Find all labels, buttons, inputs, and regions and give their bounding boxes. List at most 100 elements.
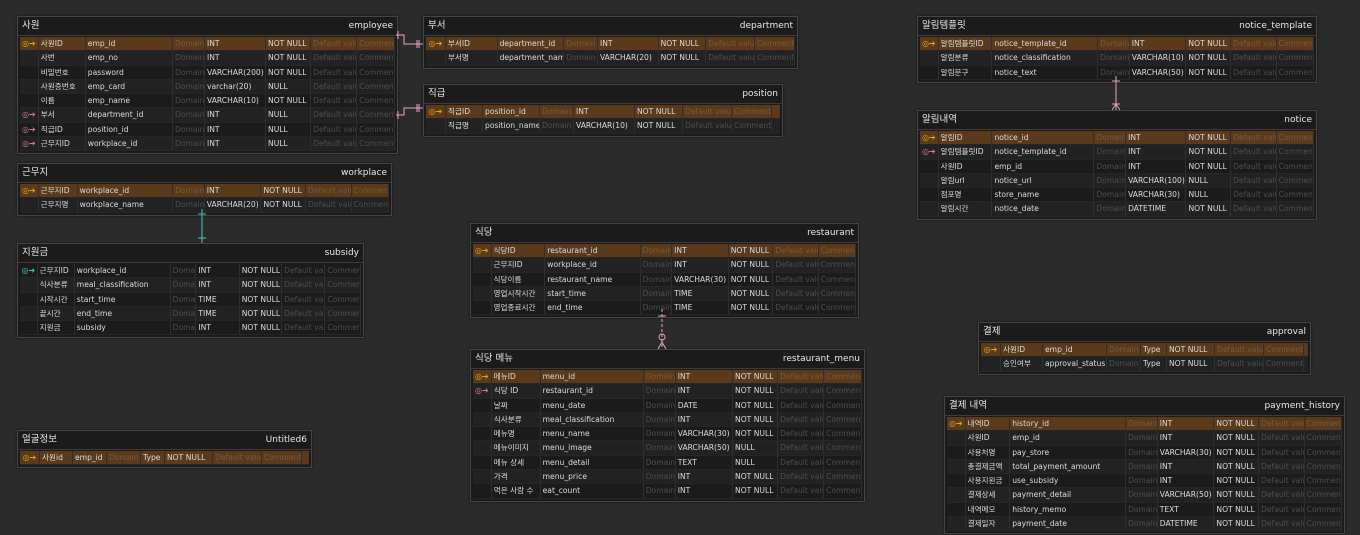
- column-type: INT: [205, 137, 267, 151]
- column-row[interactable]: 메뉴이미지 menu_image Domain VARCHAR(50) NULL Defa…: [473, 441, 862, 456]
- column-row[interactable]: 지원금subsidyDomainINTNOT NULLDefault value…: [20, 321, 361, 336]
- column-comment: Comment: [325, 306, 361, 321]
- column-nullable: NOT NULL: [733, 398, 779, 412]
- table-header[interactable]: 지원금 subsidy: [18, 244, 363, 263]
- column-comment: Comment: [824, 412, 862, 427]
- column-row[interactable]: 사원IDemp_idDomainINTNOT NULLDefault value…: [947, 431, 1342, 446]
- column-row[interactable]: 영업시작시간 start_time Domain TIME NOT NULL Defaul…: [473, 286, 857, 302]
- table-approval[interactable]: 결제 approval ◎➔ 사원ID emp_id Domain Type NOT NU…: [978, 322, 1311, 375]
- column-row[interactable]: ◎➔ 직급ID position_id Domain INT NOT NULL Defaul…: [426, 105, 780, 120]
- column-row[interactable]: ◎➔ 메뉴ID menu_id Domain INT NOT NULL Default va…: [473, 370, 862, 385]
- column-row[interactable]: 내역메모 history_memo Domain TEXT NOT NULL Defaul…: [947, 502, 1342, 518]
- table-untitled6[interactable]: 얼굴정보 Untitled6 ◎➔ 사원id emp_id Domain Type NOT…: [17, 430, 312, 469]
- column-physical-name: emp_no: [86, 51, 173, 65]
- column-row[interactable]: 사용지원금 use_subsidy Domain INT NOT NULL Default…: [947, 474, 1342, 489]
- table-header[interactable]: 결제 내역 payment_history: [945, 397, 1344, 416]
- table-header[interactable]: 알림내역 notice: [918, 111, 1316, 130]
- relation-employee-department[interactable]: [396, 31, 423, 48]
- column-row[interactable]: 알림시간 notice_date Domain DATETIME NOT NULL Def…: [920, 202, 1315, 217]
- column-row[interactable]: ◎➔ 근무지ID workplace_id Domain INT NULL Default …: [20, 137, 395, 152]
- column-comment: Comment: [1305, 417, 1342, 431]
- table-restaurant_menu[interactable]: 식당 메뉴 restaurant_menu ◎➔ 메뉴ID menu_id Domai…: [470, 349, 865, 502]
- table-workplace[interactable]: 근무지 workplace ◎➔ 근무지ID workplace_id Domain I…: [17, 163, 392, 216]
- table-restaurant[interactable]: 식당 restaurant ◎➔ 식당ID restaurant_id Domain I…: [470, 223, 859, 319]
- column-row[interactable]: ◎➔ 식당ID restaurant_id Domain INT NOT NULL Defa…: [473, 244, 857, 259]
- column-comment: Comment: [732, 119, 773, 133]
- column-row[interactable]: 사번emp_noDomainINTNOT NULLDefault valueCo…: [20, 51, 395, 66]
- column-row[interactable]: 가격 menu_price Domain INT NOT NULL Default val…: [473, 470, 862, 485]
- column-row[interactable]: 먹은 사람 수 eat_count Domain INT NOT NULL Default…: [473, 484, 862, 499]
- column-row[interactable]: 식당이름 restaurant_name Domain VARCHAR(30) NOT …: [473, 272, 857, 287]
- column-row[interactable]: ◎➔ 알림ID notice_id Domain INT NOT NULL Default …: [920, 131, 1315, 146]
- column-default: Default value: [1215, 357, 1264, 371]
- table-subsidy[interactable]: 지원금 subsidy ◎➔근무지IDworkplace_idDomainINT…: [17, 243, 364, 339]
- column-row[interactable]: ◎➔ 사원ID emp_id Domain INT NOT NULL Default val…: [20, 37, 395, 52]
- column-row[interactable]: 식사분류meal_classificationDomainINTNOT NULL…: [473, 412, 862, 428]
- key-cell: ◎➔: [426, 37, 446, 51]
- column-row[interactable]: 근무지명 workplace_name Domain VARCHAR(20) NOT N…: [20, 198, 390, 213]
- table-header[interactable]: 식당 메뉴 restaurant_menu: [471, 350, 864, 369]
- table-header[interactable]: 근무지 workplace: [18, 164, 391, 183]
- column-domain: Domain: [173, 198, 205, 212]
- column-row[interactable]: 점포명 store_name Domain VARCHAR(30) NULL Defaul…: [920, 188, 1315, 203]
- column-row[interactable]: ◎➔ 직급ID position_id Domain INT NULL Default va…: [20, 122, 395, 138]
- table-header[interactable]: 부서 department: [424, 17, 797, 36]
- column-row[interactable]: 알림url notice_url Domain VARCHAR(100) NULL Def…: [920, 173, 1315, 189]
- column-comment: Comment: [357, 79, 395, 94]
- column-row[interactable]: 승인여부 approval_status Domain Type NOT NULL Def…: [981, 357, 1308, 372]
- column-type: INT: [1126, 131, 1187, 145]
- column-row[interactable]: 직급명 position_name Domain VARCHAR(10) NOT NUL…: [426, 119, 780, 134]
- column-row[interactable]: 부서명 department_name Domain VARCHAR(20) NOT N…: [426, 51, 795, 66]
- column-row[interactable]: 날짜 menu_date Domain DATE NOT NULL Default val…: [473, 398, 862, 413]
- column-logical-name: 총결제금액: [966, 459, 1011, 474]
- table-position[interactable]: 직급 position ◎➔ 직급ID position_id Domain INT NO…: [423, 84, 783, 137]
- table-notice[interactable]: 알림내역 notice ◎➔ 알림ID notice_id Domain INT NOT …: [917, 110, 1317, 220]
- table-header[interactable]: 알림템플릿 notice_template: [918, 17, 1316, 36]
- column-row[interactable]: 메뉴명 menu_name Domain VARCHAR(30) NOT NULL Def…: [473, 427, 862, 442]
- column-row[interactable]: 메뉴 상세 menu_detail Domain TEXT NULL Default va…: [473, 455, 862, 471]
- erd-canvas[interactable]: 사원 employee ◎➔ 사원ID emp_id Domain INT NOT NUL…: [0, 0, 1360, 535]
- column-default: Default value: [706, 51, 755, 65]
- table-header[interactable]: 식당 restaurant: [471, 224, 858, 243]
- table-payment_history[interactable]: 결제 내역 payment_history ◎➔ 내역ID history_id Do…: [944, 396, 1345, 535]
- table-header[interactable]: 직급 position: [424, 85, 782, 104]
- table-employee[interactable]: 사원 employee ◎➔ 사원ID emp_id Domain INT NOT NUL…: [17, 16, 398, 155]
- column-row[interactable]: 결제상세 payment_detail Domain VARCHAR(50) NOT N…: [947, 488, 1342, 503]
- column-row[interactable]: 시작시간start_timeDomainTIMENOT NULLDefault …: [20, 292, 361, 307]
- column-row[interactable]: 결제일자 payment_date Domain DATETIME NOT NULL De…: [947, 517, 1342, 532]
- column-physical-name: workplace_name: [78, 198, 174, 212]
- table-header[interactable]: 결제 approval: [979, 323, 1310, 342]
- table-header[interactable]: 사원 employee: [18, 17, 397, 36]
- column-row[interactable]: 알림분류 notice_classification Domain VARCHAR(1…: [920, 51, 1315, 66]
- relation-employee-position[interactable]: [396, 104, 423, 119]
- table-notice_template[interactable]: 알림템플릿 notice_template ◎➔ 알림템플릿ID notice_te…: [917, 16, 1317, 83]
- column-row[interactable]: ◎➔ 부서ID department_id Domain INT NOT NULL Defa…: [426, 37, 795, 52]
- table-department[interactable]: 부서 department ◎➔ 부서ID department_id Domain I…: [423, 16, 798, 69]
- column-row[interactable]: 식사분류meal_classificationDomainINTNOT NULL…: [20, 278, 361, 293]
- column-row[interactable]: 끝시간end_timeDomainTIMENOT NULLDefault val…: [20, 306, 361, 322]
- column-row[interactable]: 사원증번호 emp_card Domain varchar(20) NULL Defaul…: [20, 79, 395, 95]
- column-row[interactable]: ◎➔ 부서 department_id Domain INT NULL Default va…: [20, 108, 395, 123]
- column-logical-name: 식당 ID: [492, 384, 541, 398]
- column-row[interactable]: ◎➔ 사원ID emp_id Domain Type NOT NULL Default va…: [981, 343, 1308, 358]
- column-row[interactable]: 비밀번호 password Domain VARCHAR(200) NOT NULL De…: [20, 65, 395, 80]
- column-row[interactable]: ◎➔근무지IDworkplace_idDomainINTNOT NULLDefa…: [20, 264, 361, 279]
- column-list: ◎➔ 식당ID restaurant_id Domain INT NOT NULL Defa…: [471, 243, 858, 317]
- column-logical-name: 내역메모: [966, 502, 1011, 517]
- column-row[interactable]: ◎➔ 내역ID history_id Domain INT NOT NULL Default…: [947, 417, 1342, 432]
- column-row[interactable]: ◎➔ 알림템플릿ID notice_template_id Domain INT NOT …: [920, 37, 1315, 52]
- column-row[interactable]: ◎➔ 알림템플릿ID notice_template_id Domain INT NOT …: [920, 145, 1315, 160]
- column-row[interactable]: ◎➔ 사원id emp_id Domain Type NOT NULL Default va…: [20, 451, 309, 466]
- column-row[interactable]: ◎➔근무지IDworkplace_idDomainINTNOT NULLDefa…: [20, 184, 390, 199]
- column-row[interactable]: 사용처명 pay_store Domain VARCHAR(30) NOT NULL De…: [947, 445, 1342, 460]
- column-row[interactable]: 근무지ID workplace_id Domain INT NOT NULL Defaul…: [473, 258, 857, 273]
- column-row[interactable]: ◎➔ 식당 ID restaurant_id Domain INT NOT NULL Def…: [473, 384, 862, 399]
- column-type: INT: [205, 108, 267, 122]
- column-row[interactable]: 영업종료시간 end_time Domain TIME NOT NULL Default …: [473, 301, 857, 316]
- column-row[interactable]: 이름 emp_name Domain VARCHAR(10) NOT NULL Defau…: [20, 94, 395, 109]
- table-header[interactable]: 얼굴정보 Untitled6: [18, 431, 311, 450]
- column-row[interactable]: 알림문구 notice_text Domain VARCHAR(50) NOT NULL…: [920, 65, 1315, 80]
- column-row[interactable]: 총결제금액 total_payment_amount Domain INT NOT NU…: [947, 459, 1342, 475]
- column-physical-name: restaurant_id: [545, 244, 641, 258]
- column-row[interactable]: 사원IDemp_idDomainINTNOT NULLDefault value…: [920, 159, 1315, 174]
